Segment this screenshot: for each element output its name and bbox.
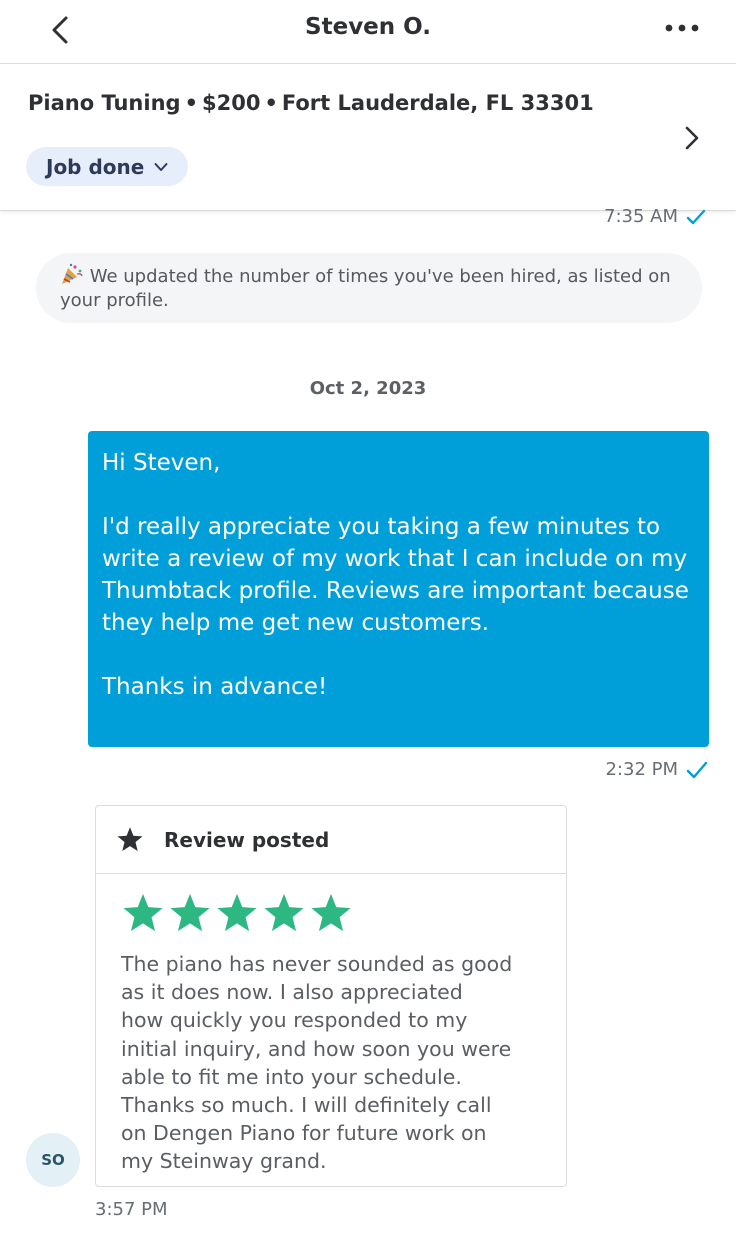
- system-notice: We updated the number of times you've be…: [36, 253, 702, 323]
- job-location: Fort Lauderdale, FL 33301: [281, 91, 594, 115]
- sent-message-timestamp: 2:32 PM: [605, 759, 708, 780]
- job-price: $200: [202, 91, 261, 115]
- message-greeting: Hi Steven,: [102, 450, 221, 476]
- job-details-button[interactable]: [680, 123, 704, 153]
- received-message-timestamp: 3:57 PM: [95, 1199, 168, 1220]
- star-rating: [121, 892, 353, 934]
- job-summary: Piano Tuning • $200 • Fort Lauderdale, FL 33…: [28, 91, 594, 115]
- party-popper-icon: [62, 263, 83, 284]
- chevron-down-icon: [154, 162, 168, 171]
- rating-star-icon: [311, 893, 351, 932]
- checkmark-icon: [686, 209, 706, 224]
- separator-dot: •: [184, 91, 198, 115]
- system-notice-text: We updated the number of times you've be…: [60, 266, 671, 311]
- checkmark-icon: [686, 761, 708, 778]
- star-icon: [117, 827, 143, 852]
- review-card-title: Review posted: [164, 827, 330, 852]
- job-service: Piano Tuning: [28, 91, 181, 115]
- avatar[interactable]: SO: [26, 1133, 80, 1187]
- more-options-button[interactable]: [660, 10, 704, 46]
- rating-star-icon: [217, 893, 257, 932]
- job-summary-header[interactable]: Piano Tuning • $200 • Fort Lauderdale, FL 33…: [0, 65, 736, 211]
- ellipsis-icon: [665, 24, 699, 32]
- message-body: I'd really appreciate you taking a few m…: [102, 514, 689, 636]
- message-timestamp: 7:35 AM: [604, 206, 706, 227]
- review-text: The piano has never sounded as good as i…: [121, 952, 513, 1174]
- top-nav-bar: Steven O.: [0, 0, 736, 64]
- review-card-header: Review posted: [96, 806, 566, 874]
- separator-dot: •: [264, 91, 278, 115]
- job-status-dropdown[interactable]: Job done: [26, 147, 189, 186]
- conversation-title: Steven O.: [305, 14, 431, 40]
- rating-star-icon: [123, 893, 163, 932]
- message-closing: Thanks in advance!: [102, 674, 328, 700]
- rating-star-icon: [264, 893, 304, 932]
- chevron-right-icon: [685, 126, 699, 150]
- sent-message-bubble: Hi Steven, I'd really appreciate you tak…: [88, 431, 709, 747]
- review-card[interactable]: Review posted The piano has never sounde…: [95, 805, 567, 1187]
- job-status-label: Job done: [46, 154, 145, 179]
- date-divider: Oct 2, 2023: [309, 378, 427, 399]
- rating-star-icon: [170, 893, 210, 932]
